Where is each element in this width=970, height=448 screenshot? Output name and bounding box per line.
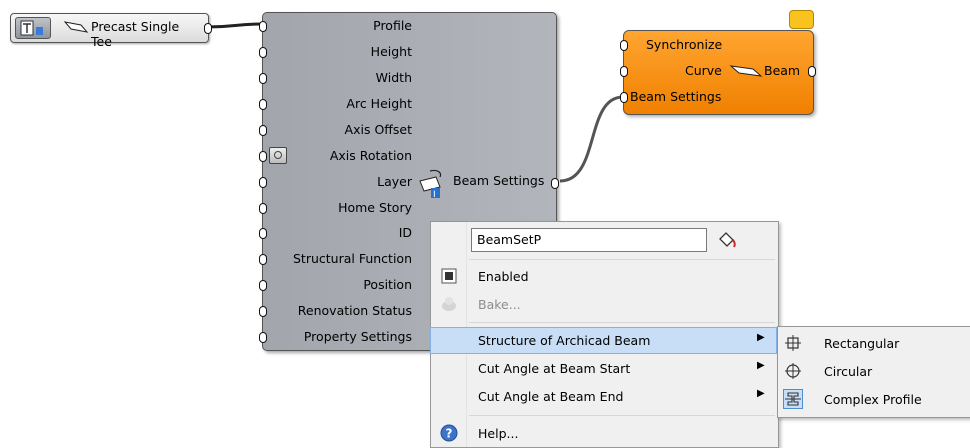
menu-separator	[469, 322, 775, 323]
value-list-component[interactable]: Precast Single Tee	[10, 13, 212, 49]
menu-label-cut-end: Cut Angle at Beam End	[478, 389, 624, 404]
grip-home-story[interactable]	[259, 203, 267, 214]
beam-shape-icon	[63, 21, 89, 33]
checkbox-checked-icon	[441, 268, 457, 284]
wire-valuelist-to-profile	[206, 22, 263, 29]
rectangular-icon	[783, 333, 803, 353]
complex-profile-icon	[783, 389, 803, 409]
circular-icon	[783, 361, 803, 381]
input-arc-height: Arc Height	[346, 96, 412, 111]
menu-separator	[469, 415, 775, 416]
submenu-item-complex-profile[interactable]: Complex Profile	[778, 386, 969, 413]
input-id: ID	[398, 225, 412, 240]
grip-id[interactable]	[259, 228, 267, 239]
input-curve: Curve	[685, 63, 722, 78]
beam-icon	[729, 65, 763, 77]
grip-beam-settings-output[interactable]	[551, 178, 559, 189]
submenu-arrow-icon: ▶	[757, 332, 765, 343]
structure-submenu: Rectangular Circular Complex Profile	[777, 326, 970, 418]
grip-height[interactable]	[259, 47, 267, 58]
component-name-field[interactable]: BeamSetP	[471, 228, 707, 252]
input-axis-offset: Axis Offset	[344, 122, 412, 137]
menu-item-enabled[interactable]: Enabled	[431, 264, 776, 289]
angle-toggle-icon[interactable]	[269, 147, 287, 164]
menu-item-help[interactable]: ? Help...	[431, 421, 776, 446]
grip-renovation-status[interactable]	[259, 306, 267, 317]
menu-item-cut-end[interactable]: Cut Angle at Beam End ▶	[431, 384, 776, 409]
menu-label-cut-start: Cut Angle at Beam Start	[478, 361, 631, 376]
paint-bucket-icon[interactable]	[716, 231, 738, 251]
value-list-icon	[15, 17, 51, 39]
grip-profile[interactable]	[259, 21, 267, 32]
submenu-arrow-icon: ▶	[757, 388, 765, 399]
input-layer: Layer	[377, 174, 412, 189]
input-axis-rotation: Axis Rotation	[329, 148, 412, 163]
input-home-story: Home Story	[338, 200, 412, 215]
submenu-item-rectangular[interactable]: Rectangular	[778, 330, 969, 357]
input-renovation-status: Renovation Status	[297, 303, 412, 318]
beam-component[interactable]: Synchronize Curve Beam Settings Beam	[620, 30, 816, 115]
output-beam-settings: Beam Settings	[453, 173, 545, 188]
bake-icon	[442, 297, 456, 311]
menu-label-structure: Structure of Archicad Beam	[478, 333, 651, 348]
grip-layer[interactable]	[259, 177, 267, 188]
help-icon: ?	[440, 424, 458, 442]
menu-item-cut-start[interactable]: Cut Angle at Beam Start ▶	[431, 356, 776, 381]
value-list-output-grip[interactable]	[204, 23, 212, 34]
menu-item-bake[interactable]: Bake...	[431, 292, 776, 317]
output-beam: Beam	[764, 63, 801, 78]
grip-position[interactable]	[259, 280, 267, 291]
grip-axis-offset[interactable]	[259, 125, 267, 136]
input-profile: Profile	[373, 18, 412, 33]
value-list-label: Precast Single Tee	[91, 19, 180, 49]
grip-synchronize[interactable]	[620, 40, 628, 51]
grip-arc-height[interactable]	[259, 99, 267, 110]
value-list-item[interactable]: Precast Single Tee	[59, 17, 203, 49]
beam-settings-icon: I	[419, 169, 442, 199]
input-position: Position	[363, 277, 412, 292]
submenu-item-circular[interactable]: Circular	[778, 358, 969, 385]
submenu-arrow-icon: ▶	[757, 360, 765, 371]
menu-label-bake: Bake...	[478, 297, 521, 312]
input-height: Height	[370, 44, 412, 59]
menu-separator	[469, 259, 775, 260]
grip-property-settings[interactable]	[259, 332, 267, 343]
svg-text:?: ?	[446, 427, 453, 441]
svg-text:I: I	[433, 190, 436, 199]
input-beam-settings: Beam Settings	[630, 89, 722, 104]
grip-axis-rotation[interactable]	[259, 151, 267, 162]
message-bubble-icon[interactable]	[789, 10, 814, 29]
menu-item-structure[interactable]: Structure of Archicad Beam ▶	[430, 327, 777, 354]
grip-beam-output[interactable]	[808, 66, 816, 77]
menu-label-enabled: Enabled	[478, 269, 529, 284]
context-menu: BeamSetP Enabled Bake... Structure of Ar…	[430, 221, 779, 448]
menu-label-help: Help...	[478, 426, 519, 441]
grip-width[interactable]	[259, 73, 267, 84]
grip-curve[interactable]	[620, 66, 628, 77]
input-property-settings: Property Settings	[303, 329, 412, 344]
submenu-label-complex-profile: Complex Profile	[824, 392, 922, 407]
grip-beam-settings-in[interactable]	[620, 92, 628, 103]
submenu-label-circular: Circular	[824, 364, 873, 379]
submenu-label-rectangular: Rectangular	[824, 336, 900, 351]
input-width: Width	[375, 70, 412, 85]
input-structural-function: Structural Function	[292, 251, 412, 266]
input-synchronize: Synchronize	[646, 37, 723, 52]
grip-structural-function[interactable]	[259, 254, 267, 265]
wire-beamsettings-to-beam	[559, 95, 624, 183]
